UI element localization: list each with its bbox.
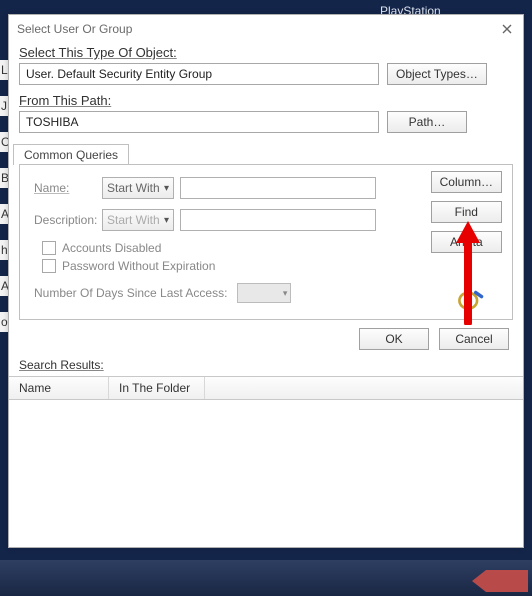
description-mode-select[interactable]: Start With ▾: [102, 209, 174, 231]
results-col-name[interactable]: Name: [9, 377, 109, 399]
results-col-folder[interactable]: In The Folder: [109, 377, 205, 399]
dialog-titlebar: Select User Or Group: [9, 15, 523, 43]
chevron-down-icon: ▾: [283, 288, 288, 299]
stop-button[interactable]: Arreta: [431, 231, 502, 253]
name-input[interactable]: [180, 177, 376, 199]
accounts-disabled-checkbox[interactable]: [42, 241, 56, 255]
object-type-input[interactable]: [19, 63, 379, 85]
description-label: Description:: [34, 213, 96, 227]
find-button[interactable]: Find: [431, 201, 502, 223]
background-bottom-bar: [0, 560, 532, 596]
name-mode-select[interactable]: Start With ▾: [102, 177, 174, 199]
cancel-button[interactable]: Cancel: [439, 328, 509, 350]
results-col-spacer: [205, 377, 523, 399]
ok-button[interactable]: OK: [359, 328, 429, 350]
overlay-nav-indicator: [486, 570, 528, 592]
password-noexpire-checkbox[interactable]: [42, 259, 56, 273]
from-path-input[interactable]: [19, 111, 379, 133]
close-icon: [502, 24, 512, 34]
close-button[interactable]: [497, 19, 517, 39]
days-since-access-label: Number Of Days Since Last Access:: [34, 286, 227, 300]
days-since-access-select[interactable]: ▾: [237, 283, 291, 303]
columns-button[interactable]: Column…: [431, 171, 502, 193]
search-illustration-icon: [452, 283, 488, 313]
dialog-title: Select User Or Group: [17, 22, 132, 36]
select-user-or-group-dialog: Select User Or Group Select This Type Of…: [8, 14, 524, 548]
accounts-disabled-label: Accounts Disabled: [62, 241, 161, 255]
description-input[interactable]: [180, 209, 376, 231]
password-noexpire-label: Password Without Expiration: [62, 259, 215, 273]
description-mode-value: Start With: [107, 213, 160, 227]
chevron-down-icon: ▾: [164, 183, 169, 194]
path-button[interactable]: Path…: [387, 111, 467, 133]
from-path-label: From This Path:: [19, 93, 513, 108]
results-list[interactable]: [9, 400, 523, 536]
name-mode-value: Start With: [107, 181, 160, 195]
common-queries-tab[interactable]: Common Queries: [13, 144, 129, 165]
results-header-row: Name In The Folder: [9, 376, 523, 400]
name-label: Name:: [34, 181, 96, 195]
search-results-label: Search Results:: [9, 356, 523, 376]
object-types-button[interactable]: Object Types…: [387, 63, 487, 85]
common-queries-group: Name: Start With ▾ Description: Start Wi…: [19, 164, 513, 320]
chevron-down-icon: ▾: [164, 215, 169, 226]
object-type-label: Select This Type Of Object:: [19, 45, 513, 60]
